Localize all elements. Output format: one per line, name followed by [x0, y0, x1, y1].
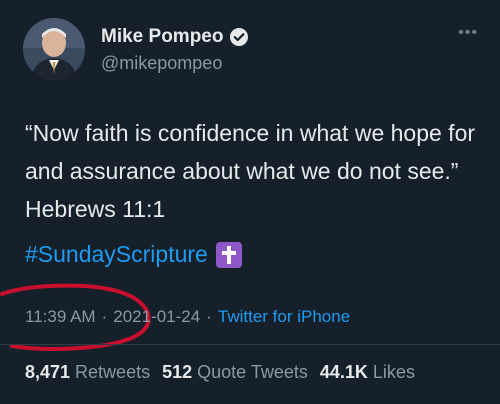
- hashtag-line: #SundayScripture: [25, 241, 242, 268]
- author-name[interactable]: Mike Pompeo: [101, 26, 249, 48]
- likes-stat[interactable]: 44.1K Likes: [320, 362, 415, 383]
- tweet-text: “Now faith is confidence in what we hope…: [25, 120, 476, 222]
- tweet-time[interactable]: 11:39 AM: [25, 307, 96, 327]
- verified-badge-icon: [229, 27, 249, 47]
- tweet-source[interactable]: Twitter for iPhone: [218, 307, 350, 327]
- more-options-icon[interactable]: •••: [458, 24, 478, 42]
- tweet-meta: 11:39 AM · 2021-01-24 · Twitter for iPho…: [25, 307, 350, 327]
- tweet-card: Mike Pompeo @mikepompeo ••• “Now faith i…: [0, 0, 500, 404]
- author-handle[interactable]: @mikepompeo: [101, 53, 222, 74]
- avatar[interactable]: [23, 18, 85, 80]
- quotes-stat[interactable]: 512 Quote Tweets: [162, 362, 308, 383]
- retweets-label: Retweets: [75, 362, 151, 382]
- retweets-stat[interactable]: 8,471 Retweets: [25, 362, 150, 383]
- divider: [0, 344, 500, 345]
- author-name-text: Mike Pompeo: [101, 26, 224, 47]
- retweets-count: 8,471: [25, 362, 71, 382]
- likes-count: 44.1K: [319, 362, 368, 382]
- quotes-count: 512: [162, 362, 193, 382]
- quotes-label: Quote Tweets: [197, 362, 308, 382]
- meta-separator: ·: [101, 307, 108, 326]
- hashtag-link[interactable]: #SundayScripture: [25, 241, 208, 268]
- meta-separator: ·: [206, 307, 212, 326]
- likes-label: Likes: [372, 362, 415, 382]
- tweet-stats: 8,471 Retweets 512 Quote Tweets 44.1K Li…: [25, 362, 415, 383]
- cross-emoji-icon: [215, 241, 242, 268]
- tweet-date[interactable]: 2021-01-24: [113, 307, 200, 327]
